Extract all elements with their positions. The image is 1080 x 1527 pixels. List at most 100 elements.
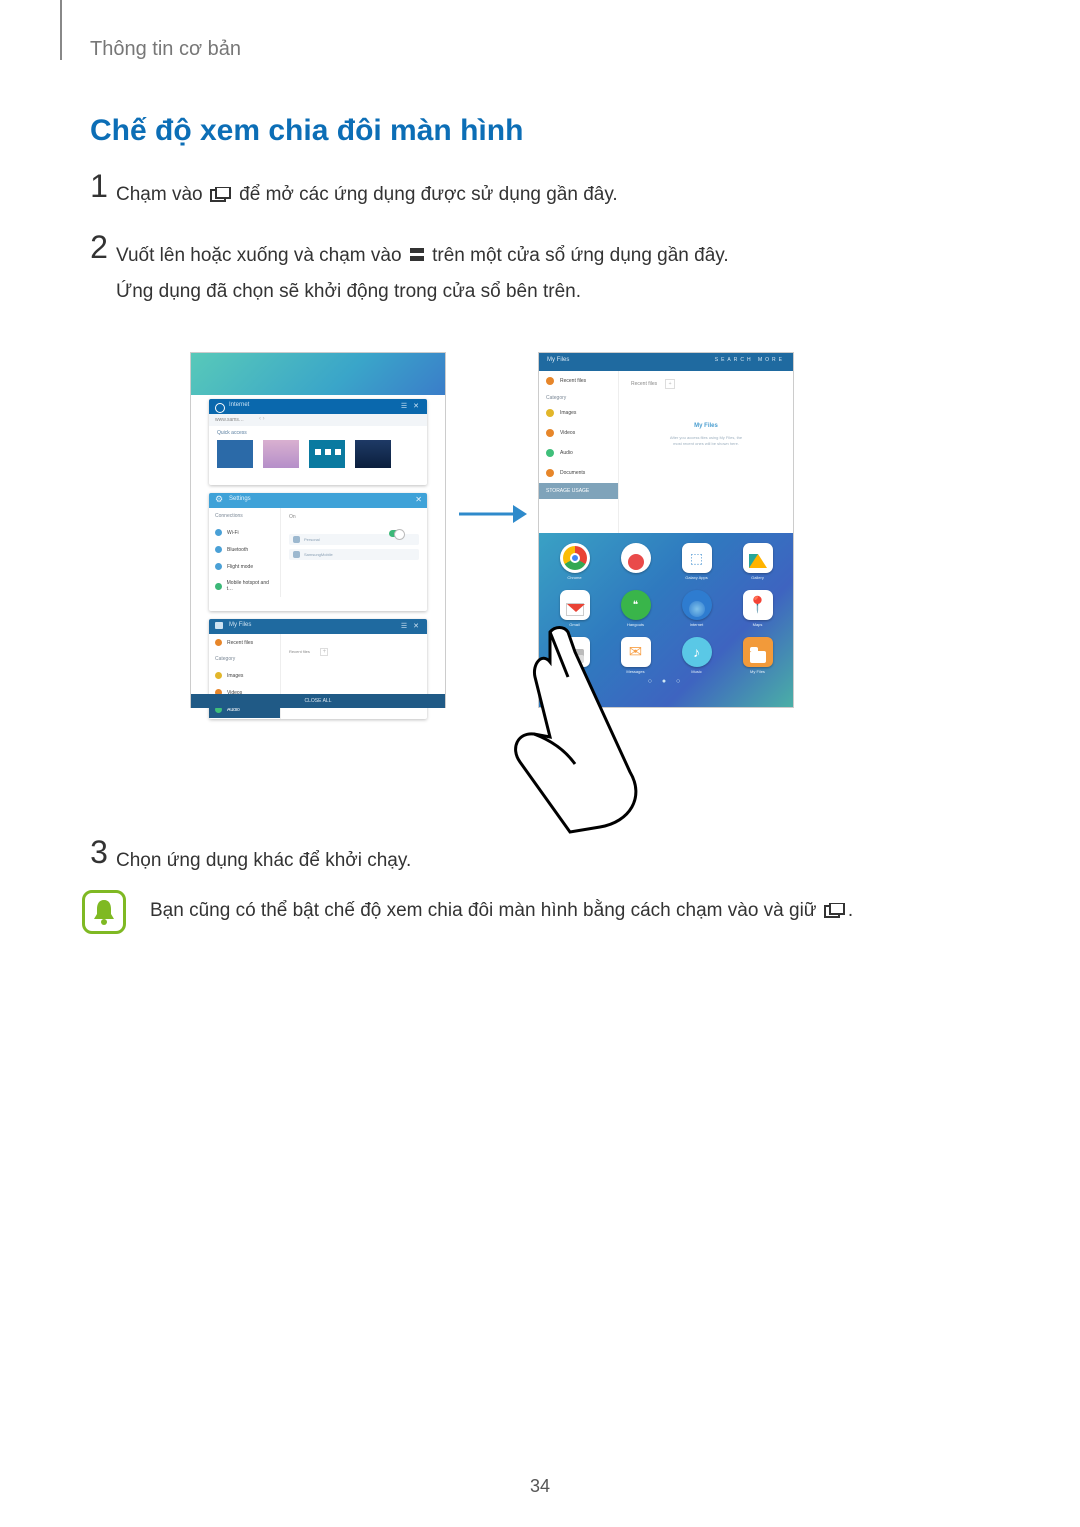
sidebar-item: Wi-Fi [209, 524, 280, 541]
settings-sidebar: Connections Wi-Fi Bluetooth Flight mode … [209, 508, 281, 597]
sidebar-item: Audio [539, 443, 618, 463]
page-number: 34 [0, 1476, 1080, 1497]
split-top-pane: My Files SEARCH MORE Recent files Catego… [539, 353, 793, 533]
figure: Internet ☰ ✕ www.sams… ‹ › Quick access [190, 352, 920, 782]
item-label: Flight mode [227, 564, 253, 570]
add-tab-icon: + [320, 648, 328, 656]
arrow-icon [446, 502, 538, 526]
card-title: Internet [229, 402, 249, 408]
tablet-statusbar [191, 353, 445, 395]
app-generic [621, 543, 651, 580]
app-galaxy-apps: ⬚ Galaxy Apps [682, 543, 712, 580]
wifi-icon [293, 536, 300, 543]
app-label: Gallery [743, 575, 773, 580]
network-name: SamsungMobile [304, 552, 333, 557]
wifi-network: SamsungMobile [289, 549, 419, 560]
app-chrome: Chrome [560, 543, 590, 580]
card-title: Settings [229, 496, 251, 502]
app-label: My Files [743, 669, 773, 674]
thumb [263, 440, 299, 468]
recent-apps-icon [210, 180, 232, 213]
globe-icon [682, 590, 712, 620]
app-label: Galaxy Apps [682, 575, 712, 580]
item-label: Bluetooth [227, 547, 248, 553]
item-label: Documents [560, 470, 585, 476]
sidebar-item: Images [209, 667, 280, 684]
hangouts-icon: ❝ [621, 590, 651, 620]
page-rule [60, 0, 62, 60]
step-2: 2 Vuốt lên hoặc xuống và chạm vào trên m… [82, 231, 902, 308]
step-number: 1 [82, 170, 116, 202]
chrome-icon [560, 543, 590, 573]
bell-icon [82, 890, 126, 934]
thumb [355, 440, 391, 468]
close-icon: ✕ [415, 495, 422, 504]
maps-icon: 📍 [743, 590, 773, 620]
thumbnails [217, 440, 419, 468]
steps-list: 1 Chạm vào để mở các ứng dụng được sử dụ… [82, 170, 902, 326]
tablet-left: Internet ☰ ✕ www.sams… ‹ › Quick access [190, 352, 446, 708]
sidebar-section: Category [209, 651, 280, 667]
app-label: Maps [743, 622, 773, 627]
step1-post: để mở các ứng dụng được sử dụng gần đây. [239, 184, 618, 205]
step-body: Chạm vào để mở các ứng dụng được sử dụng… [116, 170, 618, 213]
card-title: My Files [229, 622, 251, 628]
quick-access-label: Quick access [217, 430, 419, 436]
app-icon [621, 543, 651, 573]
app-myfiles: My Files [743, 637, 773, 674]
sidebar-section: Category [539, 391, 618, 403]
sidebar-section: Connections [209, 508, 280, 524]
item-label: Recent files [560, 378, 586, 384]
step-body: Vuốt lên hoặc xuống và chạm vào trên một… [116, 231, 729, 308]
item-label: Images [227, 673, 243, 679]
store-icon: ⬚ [682, 543, 712, 573]
close-all-bar: CLOSE ALL [191, 694, 445, 708]
empty-title: My Files [619, 423, 793, 429]
files-tab: Recent files [289, 649, 310, 654]
hint-line: most recent ones will be shown here. [673, 441, 739, 446]
address-bar: www.sams… ‹ › [209, 414, 427, 426]
hand-illustration [480, 622, 690, 842]
pane-title: My Files [547, 357, 569, 363]
hint-line: After you access files using My Files, t… [670, 435, 742, 440]
sidebar-item: Images [539, 403, 618, 423]
sidebar-item: Documents [539, 463, 618, 483]
note-post: . [848, 900, 853, 921]
sidebar-item: Bluetooth [209, 541, 280, 558]
recent-card-internet: Internet ☰ ✕ www.sams… ‹ › Quick access [209, 399, 427, 485]
item-label: Recent files [227, 640, 253, 646]
add-tab-icon: + [665, 379, 675, 389]
pane-actions: SEARCH MORE [715, 357, 785, 363]
note-pre: Bạn cũng có thể bật chế độ xem chia đôi … [150, 900, 822, 921]
item-label: Audio [560, 450, 573, 456]
step-number: 3 [82, 836, 116, 868]
files-tab: Recent files [631, 381, 657, 387]
step2-post: trên một cửa sổ ứng dụng gần đây. [432, 245, 729, 266]
sidebar-item: Videos [539, 423, 618, 443]
thumb [309, 440, 345, 468]
item-label: Videos [560, 430, 575, 436]
card-actions: ☰ ✕ [401, 402, 421, 410]
settings-main: On Personal SamsungMobile [281, 508, 427, 597]
sidebar-item: Recent files [539, 371, 618, 391]
folder-icon [215, 622, 223, 629]
step2-pre: Vuốt lên hoặc xuống và chạm vào [116, 245, 407, 266]
app-label: Chrome [560, 575, 590, 580]
empty-hint: After you access files using My Files, t… [619, 435, 793, 446]
split-view-icon [409, 241, 425, 274]
note: Bạn cũng có thể bật chế độ xem chia đôi … [82, 890, 922, 934]
recent-card-settings: Settings ✕ Connections Wi-Fi Bluetooth F… [209, 493, 427, 611]
sidebar-item: Flight mode [209, 558, 280, 575]
item-label: Images [560, 410, 576, 416]
gmail-icon [560, 590, 590, 620]
app-gallery: Gallery [743, 543, 773, 580]
gallery-icon [743, 543, 773, 573]
card-actions: ☰ ✕ [401, 622, 421, 630]
section-header: Thông tin cơ bản [90, 38, 241, 61]
page-title: Chế độ xem chia đôi màn hình [90, 114, 523, 148]
url-text: www.sams… [215, 417, 244, 423]
app-maps: 📍 Maps [743, 590, 773, 627]
wifi-icon [293, 551, 300, 558]
url-controls: ‹ › [259, 416, 265, 422]
thumb [217, 440, 253, 468]
